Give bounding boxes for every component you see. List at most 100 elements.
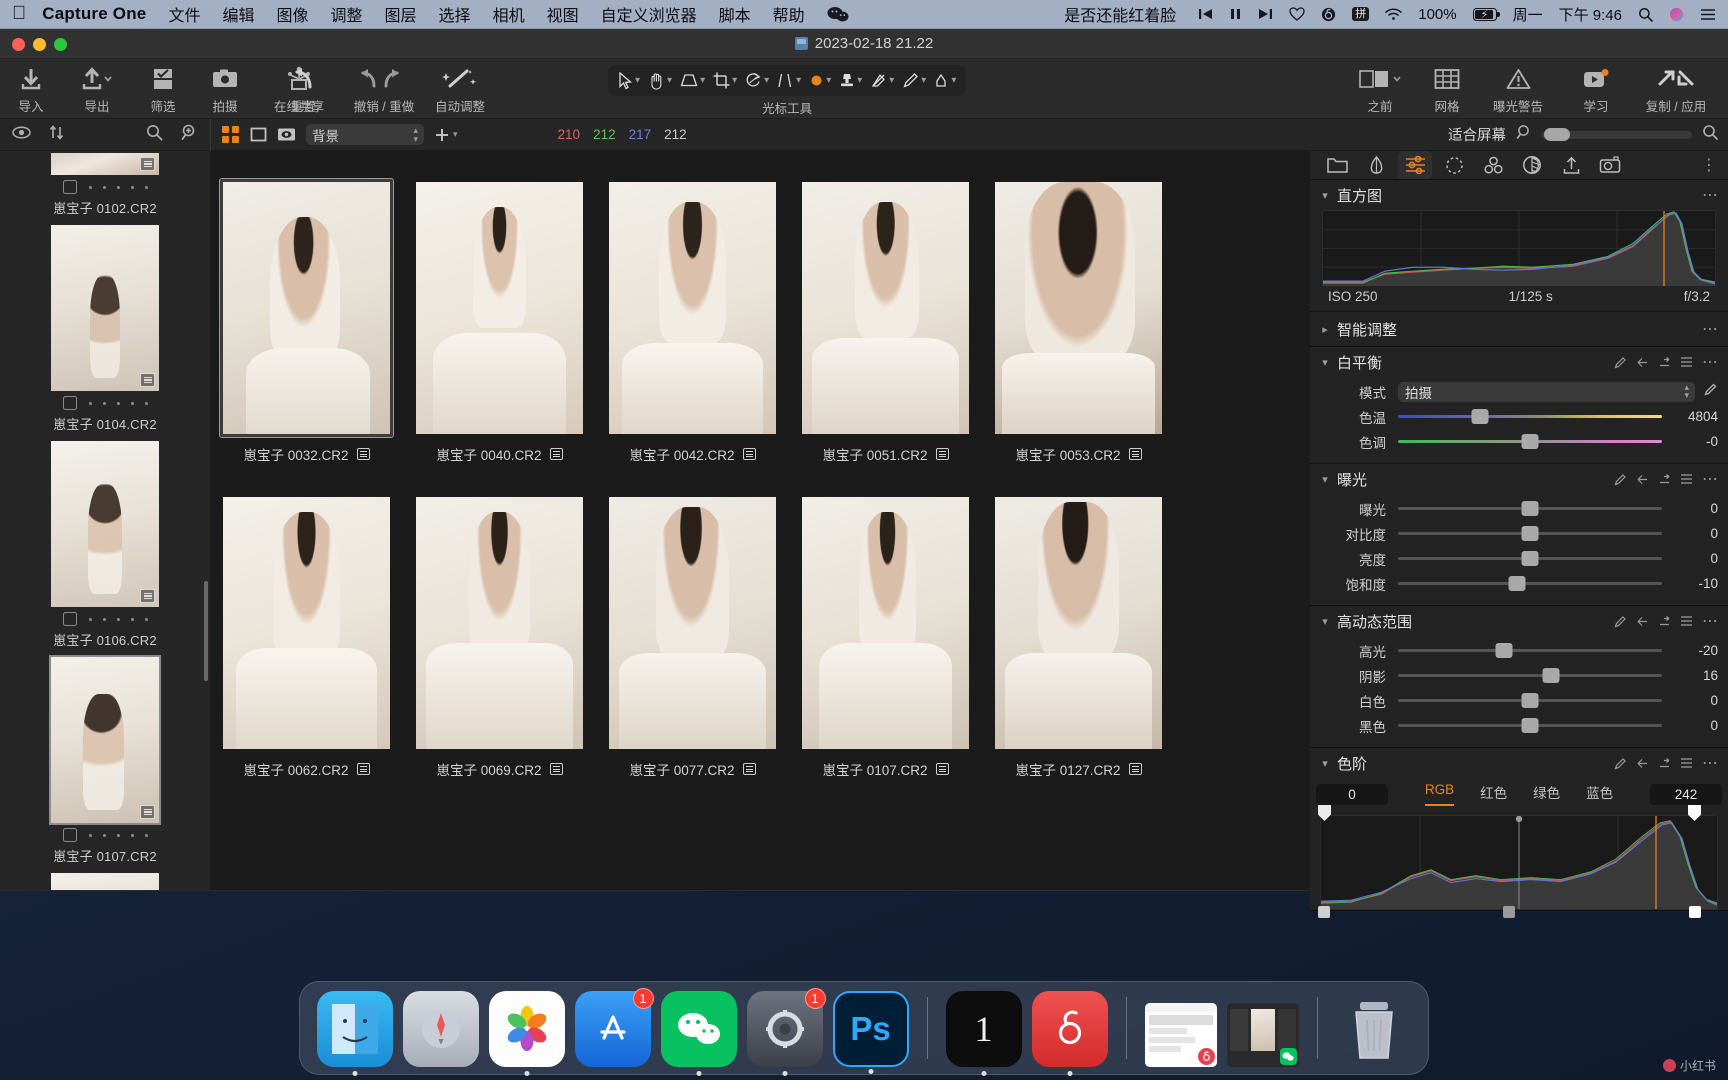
browser-thumbnail[interactable] xyxy=(995,497,1162,749)
select-checkbox[interactable] xyxy=(62,828,77,842)
contrast-row[interactable]: 对比度 0 xyxy=(1320,521,1718,546)
panel-menu-icon[interactable]: ⋯ xyxy=(1702,469,1718,489)
tab-metadata[interactable] xyxy=(1593,151,1627,179)
wb-temp-row[interactable]: 色温 4804 xyxy=(1320,404,1718,429)
cursor-tools-group[interactable]: ▾ ▾ ▾ ▾ ▾ ▾ ▾ ▾ ▾ ▾ ▾ xyxy=(608,65,967,96)
sort-updown-icon[interactable] xyxy=(49,124,64,145)
panel-header[interactable]: ▸ 智能调整 ⋯ xyxy=(1310,312,1728,346)
browser-grid[interactable]: 崽宝子 0032.CR2 崽宝子 0040.CR2 崽宝子 0042.CR2 崽… xyxy=(210,151,1310,890)
dock-item-window-thumb-2[interactable] xyxy=(1226,1003,1299,1067)
battery-charging-icon[interactable]: ⚡ xyxy=(1472,7,1500,21)
dock-item-window-thumb-1[interactable] xyxy=(1144,1003,1217,1067)
star-rating[interactable] xyxy=(88,185,148,189)
menu-app-name[interactable]: Capture One xyxy=(42,4,146,24)
brightness-row[interactable]: 亮度 0 xyxy=(1320,546,1718,571)
browser-thumbnail[interactable] xyxy=(223,182,390,434)
browser-cell[interactable]: 崽宝子 0069.CR2 xyxy=(413,494,586,779)
collection-select[interactable]: 背景 ▴ ▾ xyxy=(306,124,424,145)
clone-stamp-tool[interactable]: ▾ xyxy=(836,70,865,91)
filmstrip-thumbnail[interactable] xyxy=(49,655,161,825)
crop-tool[interactable]: ▾ xyxy=(710,70,740,91)
browser-cell[interactable]: 崽宝子 0077.CR2 xyxy=(606,494,779,779)
panel-actions[interactable]: ⋯ xyxy=(1614,753,1718,773)
filmstrip-thumbnail[interactable] xyxy=(51,873,159,890)
wechat-icon[interactable] xyxy=(827,6,849,22)
eyedropper-icon[interactable] xyxy=(1614,615,1627,628)
panel-actions[interactable]: ⋯ xyxy=(1702,185,1718,205)
window-controls[interactable] xyxy=(12,38,67,51)
import-button[interactable]: 导入 xyxy=(0,59,62,115)
menu-item-layer[interactable]: 图层 xyxy=(385,2,417,26)
detail-view-icon[interactable] xyxy=(277,125,296,144)
browser-thumbnail[interactable] xyxy=(995,182,1162,434)
wb-tint-row[interactable]: 色调 -0 xyxy=(1320,429,1718,454)
white-slider[interactable] xyxy=(1398,693,1662,708)
dock-item-system-settings[interactable]: 1 xyxy=(746,988,826,1076)
reset-button[interactable]: 重置 xyxy=(272,59,334,115)
presets-icon[interactable] xyxy=(1680,615,1693,627)
panel-actions[interactable]: ⋯ xyxy=(1614,352,1718,372)
reset-panel-icon[interactable] xyxy=(1636,757,1649,770)
menu-item-adjust[interactable]: 调整 xyxy=(331,2,363,26)
filmstrip-item[interactable]: 崽宝子 0102.CR2 xyxy=(0,153,210,219)
learn-button[interactable]: 学习 xyxy=(1558,59,1634,115)
copy-panel-icon[interactable] xyxy=(1658,757,1671,770)
panel-actions[interactable]: ⋯ xyxy=(1614,469,1718,489)
shadow-row[interactable]: 阴影 16 xyxy=(1320,663,1718,688)
prev-track-icon[interactable] xyxy=(1198,7,1213,21)
menu-item-help[interactable]: 帮助 xyxy=(773,2,805,26)
select-checkbox[interactable] xyxy=(62,180,77,194)
pause-icon[interactable] xyxy=(1229,7,1242,21)
menu-item-file[interactable]: 文件 xyxy=(168,2,200,26)
panel-menu-icon[interactable]: ⋯ xyxy=(1702,352,1718,372)
pointer-select-tool[interactable]: ▾ xyxy=(615,70,643,92)
copy-panel-icon[interactable] xyxy=(1658,356,1671,369)
filmstrip-panel[interactable]: 崽宝子 0102.CR2 崽宝子 0104.CR2 崽宝子 0106.CR2 崽… xyxy=(0,151,210,890)
browser-thumbnail[interactable] xyxy=(609,182,776,434)
copy-apply-button[interactable]: 复制 / 应用 xyxy=(1634,59,1718,115)
panel-header[interactable]: ▾ 曝光 ⋯ xyxy=(1310,464,1728,494)
filmstrip-rating-row[interactable] xyxy=(62,612,148,626)
levels-black-input[interactable]: 0 xyxy=(1316,783,1388,805)
browser-thumbnail[interactable] xyxy=(802,497,969,749)
chevron-down-icon[interactable]: ▾ xyxy=(1320,757,1330,770)
browser-cell[interactable]: 崽宝子 0127.CR2 xyxy=(992,494,1165,779)
reset-panel-icon[interactable] xyxy=(1636,473,1649,486)
grid-button[interactable]: 网格 xyxy=(1416,59,1478,115)
filmstrip-rating-row[interactable] xyxy=(62,180,148,194)
dock-item-finder[interactable] xyxy=(316,991,393,1076)
reset-panel-icon[interactable] xyxy=(1636,356,1649,369)
levels-black-out-handle[interactable] xyxy=(1318,906,1330,918)
dock-item-trash[interactable] xyxy=(1336,991,1412,1067)
chevron-right-icon[interactable]: ▸ xyxy=(1320,323,1330,336)
filter-button[interactable]: 筛选 xyxy=(132,59,194,115)
tab-capture[interactable] xyxy=(1359,151,1393,179)
browser-cell-selected[interactable]: 崽宝子 0032.CR2 xyxy=(219,178,394,464)
browser-thumbnail[interactable] xyxy=(416,182,583,434)
tab-styles[interactable] xyxy=(1515,151,1549,179)
filmstrip-scrollbar[interactable] xyxy=(204,581,208,681)
eye-icon[interactable] xyxy=(12,125,31,144)
levels-white-input[interactable]: 242 xyxy=(1650,783,1722,805)
ratio-guide-tool[interactable]: ▾ xyxy=(774,70,804,91)
pan-hand-tool[interactable]: ▾ xyxy=(645,70,675,92)
search-icon[interactable] xyxy=(146,124,163,146)
menu-item-select[interactable]: 选择 xyxy=(439,2,471,26)
siri-icon[interactable] xyxy=(1669,7,1684,22)
apple-icon[interactable]:  xyxy=(12,4,26,23)
shadow-slider[interactable] xyxy=(1398,668,1662,683)
menu-item-script[interactable]: 脚本 xyxy=(719,2,751,26)
minimize-button[interactable] xyxy=(33,38,46,51)
dock-item-launchpad[interactable] xyxy=(402,991,479,1067)
copy-panel-icon[interactable] xyxy=(1658,615,1671,628)
black-slider[interactable] xyxy=(1398,718,1662,733)
tab-export[interactable] xyxy=(1554,151,1588,179)
view-mode-group[interactable] xyxy=(221,125,296,144)
filmstrip-thumbnail[interactable] xyxy=(51,225,159,391)
netease-music-icon[interactable] xyxy=(1321,7,1336,22)
browser-cell[interactable]: 崽宝子 0107.CR2 xyxy=(799,494,972,779)
tab-details[interactable] xyxy=(1437,151,1471,179)
wb-mode-select[interactable]: 拍摄 ▴ ▾ xyxy=(1398,381,1695,402)
browser-thumbnail[interactable] xyxy=(416,497,583,749)
dock-item-photoshop[interactable]: Ps xyxy=(832,991,909,1074)
